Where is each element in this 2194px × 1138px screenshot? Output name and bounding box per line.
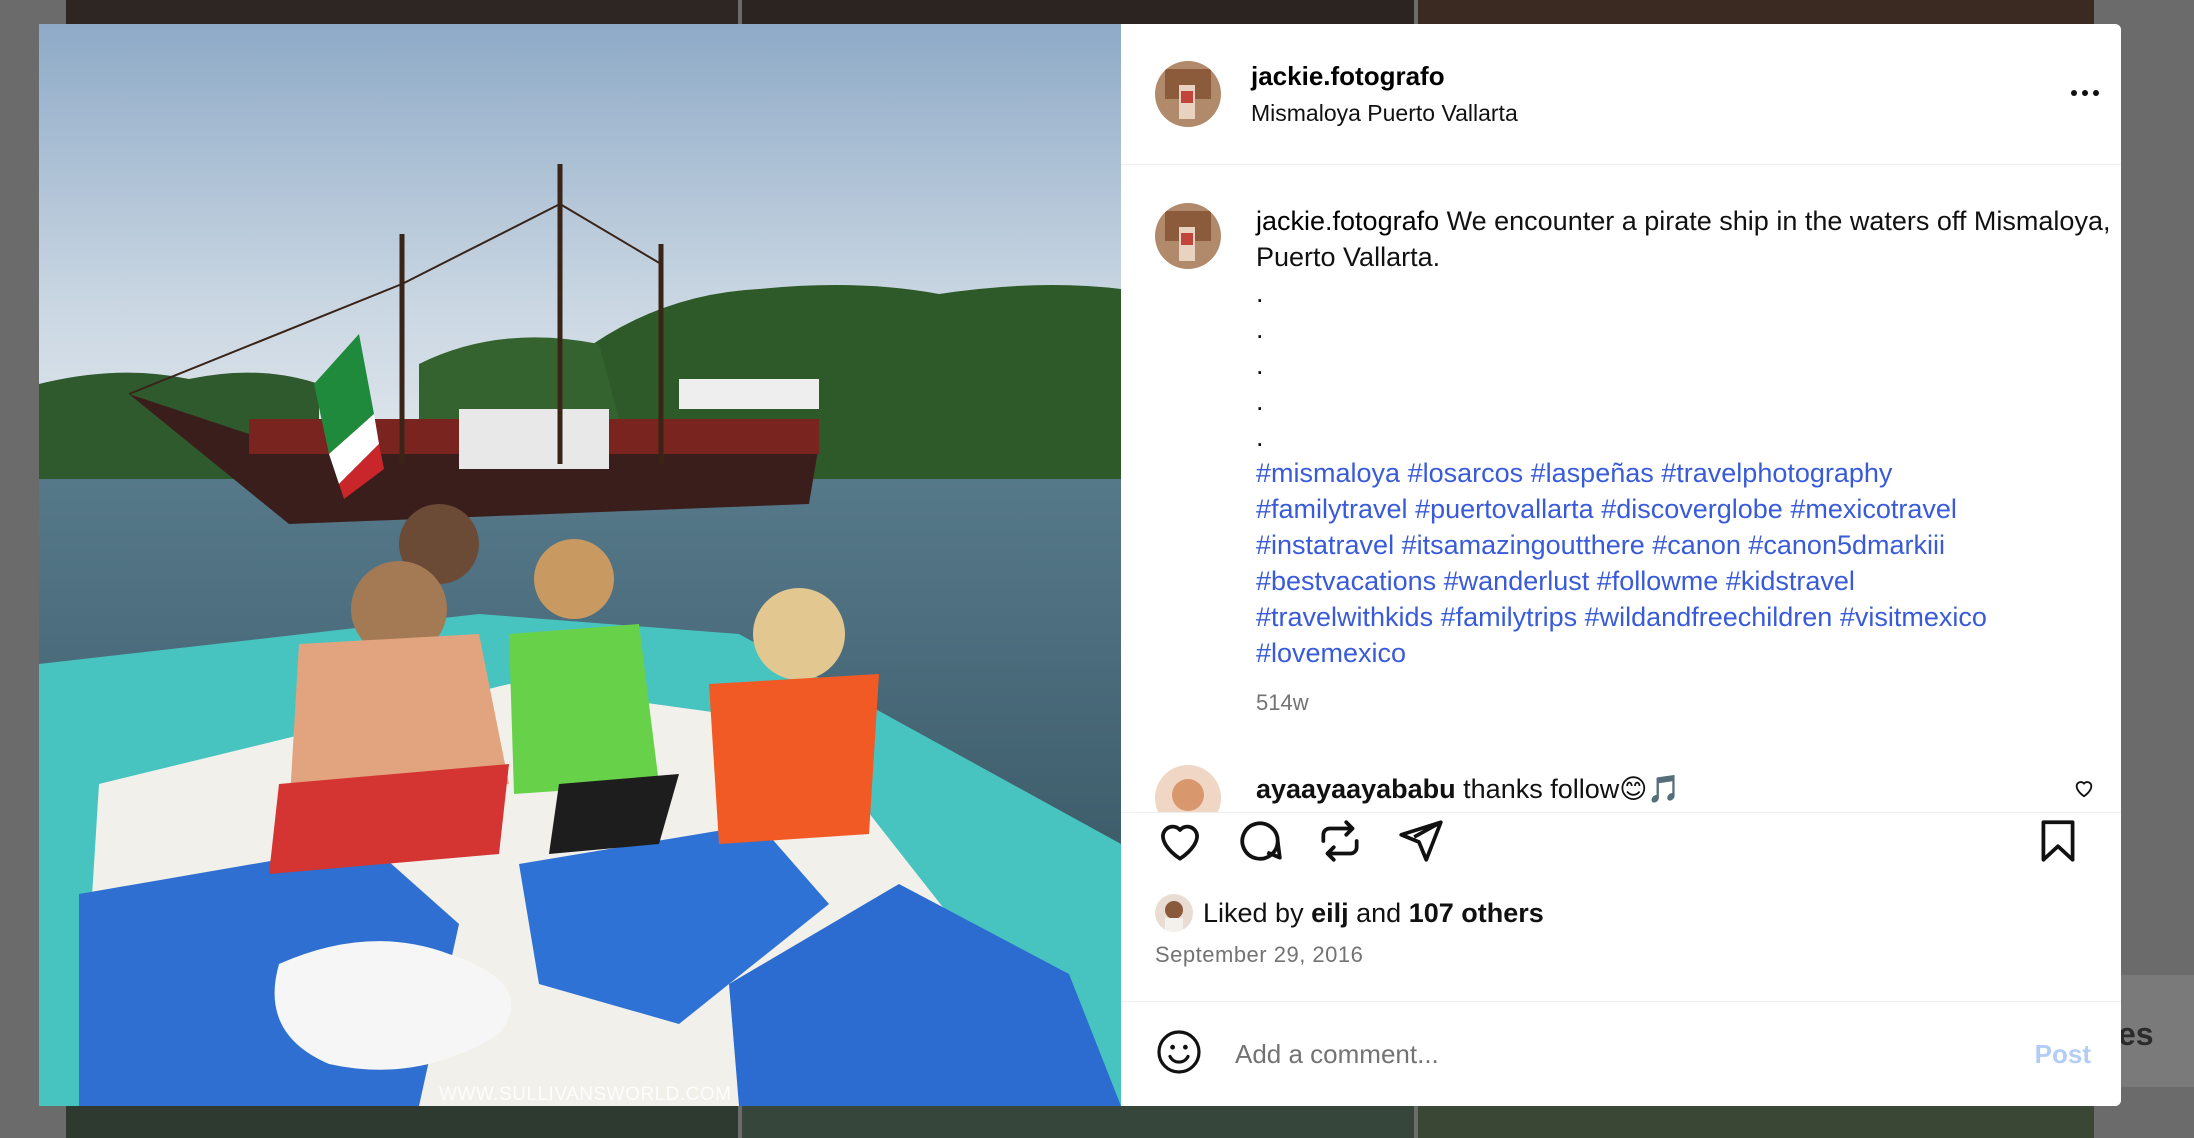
photo-watermark: WWW.SULLIVANSWORLD.COM (439, 1084, 732, 1105)
caption-dot: . (1256, 386, 1264, 416)
hashtag-link[interactable]: #travelphotography (1661, 458, 1892, 488)
background-tile (742, 1106, 1414, 1138)
add-comment-bar: Post (1121, 1001, 2121, 1106)
hashtag-link[interactable]: #losarcos (1408, 458, 1524, 488)
hashtag-link[interactable]: #itsamazingoutthere (1402, 530, 1645, 560)
post-caption: jackie.fotografo We encounter a pirate s… (1155, 203, 2116, 721)
likes-and: and (1356, 897, 1402, 928)
post-author-username[interactable]: jackie.fotografo (1251, 61, 1518, 92)
hashtag-link[interactable]: #kidstravel (1726, 566, 1855, 596)
background-tile (742, 0, 1414, 26)
likes-text[interactable]: Liked by eilj and 107 others (1203, 898, 1544, 929)
comment-icon[interactable] (1235, 816, 1285, 871)
likes-prefix: Liked by (1203, 897, 1304, 928)
photo-illustration (39, 24, 1121, 1106)
comment-username[interactable]: ayaayaayababu (1256, 774, 1456, 804)
emoji-icon[interactable] (1155, 1028, 1203, 1081)
liked-by-user[interactable]: eilj (1311, 898, 1349, 928)
post-date[interactable]: September 29, 2016 (1155, 942, 1363, 968)
hashtag-link[interactable]: #puertovallarta (1415, 494, 1594, 524)
caption-username[interactable]: jackie.fotografo (1256, 206, 1439, 236)
post-photo[interactable]: WWW.SULLIVANSWORLD.COM (39, 24, 1121, 1106)
hashtag-link[interactable]: #mexicotravel (1790, 494, 1957, 524)
hashtag-link[interactable]: #wildandfreechildren (1585, 602, 1833, 632)
avatar-image (1155, 61, 1221, 127)
hashtag-link[interactable]: #bestvacations (1256, 566, 1436, 596)
avatar-image (1155, 203, 1221, 269)
send-icon[interactable] (1395, 816, 1445, 871)
post-age[interactable]: 514w (1256, 685, 2116, 721)
comment-item: ayaayaayababu thanks follow😊🎵 (1155, 765, 1682, 812)
comment-text: thanks follow😊🎵 (1463, 774, 1682, 804)
caption-dot: . (1256, 350, 1264, 380)
comments-section[interactable]: jackie.fotografo We encounter a pirate s… (1121, 165, 2121, 813)
hashtag-link[interactable]: #discoverglobe (1601, 494, 1783, 524)
post-side-panel: jackie.fotografo Mismaloya Puerto Vallar… (1121, 24, 2121, 1106)
heart-icon[interactable] (2073, 777, 2095, 804)
hashtag-link[interactable]: #mismaloya (1256, 458, 1400, 488)
bookmark-icon[interactable] (2033, 816, 2083, 871)
post-modal: WWW.SULLIVANSWORLD.COM jackie.fotografo … (39, 24, 2121, 1106)
repost-icon[interactable] (1315, 816, 1365, 871)
heart-icon[interactable] (1155, 816, 1205, 871)
post-header: jackie.fotografo Mismaloya Puerto Vallar… (1121, 24, 2121, 165)
hashtag-link[interactable]: #laspeñas (1531, 458, 1654, 488)
likes-others-count[interactable]: 107 others (1409, 898, 1544, 928)
avatar[interactable] (1155, 894, 1193, 932)
hashtag-link[interactable]: #canon5dmarkiii (1748, 530, 1945, 560)
caption-dot: . (1256, 422, 1264, 452)
hashtag-link[interactable]: #familytravel (1256, 494, 1408, 524)
background-tile (1418, 0, 2094, 26)
hashtag-link[interactable]: #travelwithkids (1256, 602, 1433, 632)
post-location[interactable]: Mismaloya Puerto Vallarta (1251, 100, 1518, 127)
avatar[interactable] (1155, 61, 1221, 127)
avatar[interactable] (1155, 203, 1221, 269)
post-comment-button[interactable]: Post (2035, 1039, 2091, 1070)
hashtag-link[interactable]: #followme (1597, 566, 1719, 596)
caption-dots: . . . . . (1256, 275, 2116, 455)
hashtag-link[interactable]: #wanderlust (1444, 566, 1590, 596)
likes-summary: Liked by eilj and 107 others (1155, 894, 1544, 932)
caption-dot: . (1256, 278, 1264, 308)
background-tile (1418, 1106, 2094, 1138)
avatar-image (1155, 765, 1221, 812)
hashtag-link[interactable]: #canon (1652, 530, 1741, 560)
background-side-text: es (2118, 1016, 2154, 1052)
comment-input[interactable] (1233, 1038, 1997, 1071)
hashtag-list: #mismaloya #losarcos #laspeñas #travelph… (1256, 455, 2116, 671)
hashtag-link[interactable]: #instatravel (1256, 530, 1394, 560)
background-tile (66, 0, 738, 26)
hashtag-link[interactable]: #visitmexico (1840, 602, 1987, 632)
background-tile (66, 1106, 738, 1138)
avatar[interactable] (1155, 765, 1221, 812)
more-options-icon[interactable] (2071, 90, 2099, 96)
caption-dot: . (1256, 314, 1264, 344)
hashtag-link[interactable]: #lovemexico (1256, 638, 1406, 668)
hashtag-link[interactable]: #familytrips (1441, 602, 1578, 632)
